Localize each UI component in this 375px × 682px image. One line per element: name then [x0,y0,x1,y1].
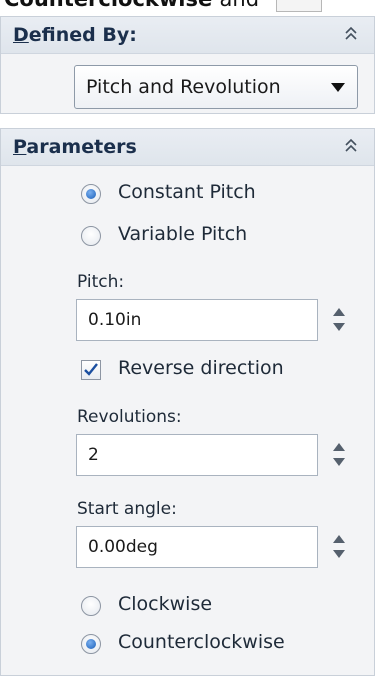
defined-by-title-rest: efined By: [28,24,137,46]
parameters-title: Parameters [13,136,137,158]
top-cut-fragment: Counterclockwise and [0,0,375,14]
defined-by-accel: D [13,24,29,46]
reverse-direction-checkbox[interactable] [81,360,101,380]
defined-by-dropdown[interactable]: Pitch and Revolution [74,65,358,109]
spin-up-icon[interactable] [333,308,345,316]
spin-up-icon[interactable] [333,535,345,543]
radio-label: Variable Pitch [118,223,248,245]
cut-text-bold: Counterclockwise [4,0,212,11]
radio-button[interactable] [81,226,101,246]
start-angle-label: Start angle: [77,499,177,519]
parameters-panel: Parameters Constant Pitch Variable Pitch… [0,128,375,676]
pitch-input[interactable] [76,299,318,341]
parameters-title-rest: arameters [26,136,137,158]
defined-by-panel: Defined By: Pitch and Revolution [0,16,375,114]
pitch-label: Pitch: [77,272,125,292]
spin-down-icon[interactable] [333,550,345,558]
radio-label: Counterclockwise [118,631,285,653]
revolutions-label: Revolutions: [77,407,182,427]
cut-inline-image [276,0,322,12]
start-angle-spinner[interactable] [331,529,347,565]
spin-down-icon[interactable] [333,458,345,466]
radio-button[interactable] [81,184,101,204]
radio-label: Clockwise [118,593,213,615]
cut-text: Counterclockwise and [4,0,259,11]
pitch-spinner[interactable] [331,302,347,338]
start-angle-input[interactable] [76,526,318,568]
spin-up-icon[interactable] [333,443,345,451]
radio-button[interactable] [81,634,101,654]
defined-by-title: Defined By: [13,24,137,46]
parameters-header[interactable]: Parameters [1,129,374,166]
spin-down-icon[interactable] [333,323,345,331]
collapse-chevron-icon[interactable] [342,137,360,155]
revolutions-input[interactable] [76,434,318,476]
reverse-direction-label[interactable]: Reverse direction [118,357,284,379]
checkmark-icon [84,363,98,376]
cut-text-plain: and [220,0,260,11]
revolutions-spinner[interactable] [331,437,347,473]
defined-by-header[interactable]: Defined By: [1,17,374,54]
parameters-accel: P [13,136,27,158]
radio-label: Constant Pitch [118,181,256,203]
dropdown-value: Pitch and Revolution [86,76,281,98]
dropdown-arrow-icon [331,83,345,92]
radio-button[interactable] [81,596,101,616]
collapse-chevron-icon[interactable] [342,25,360,43]
